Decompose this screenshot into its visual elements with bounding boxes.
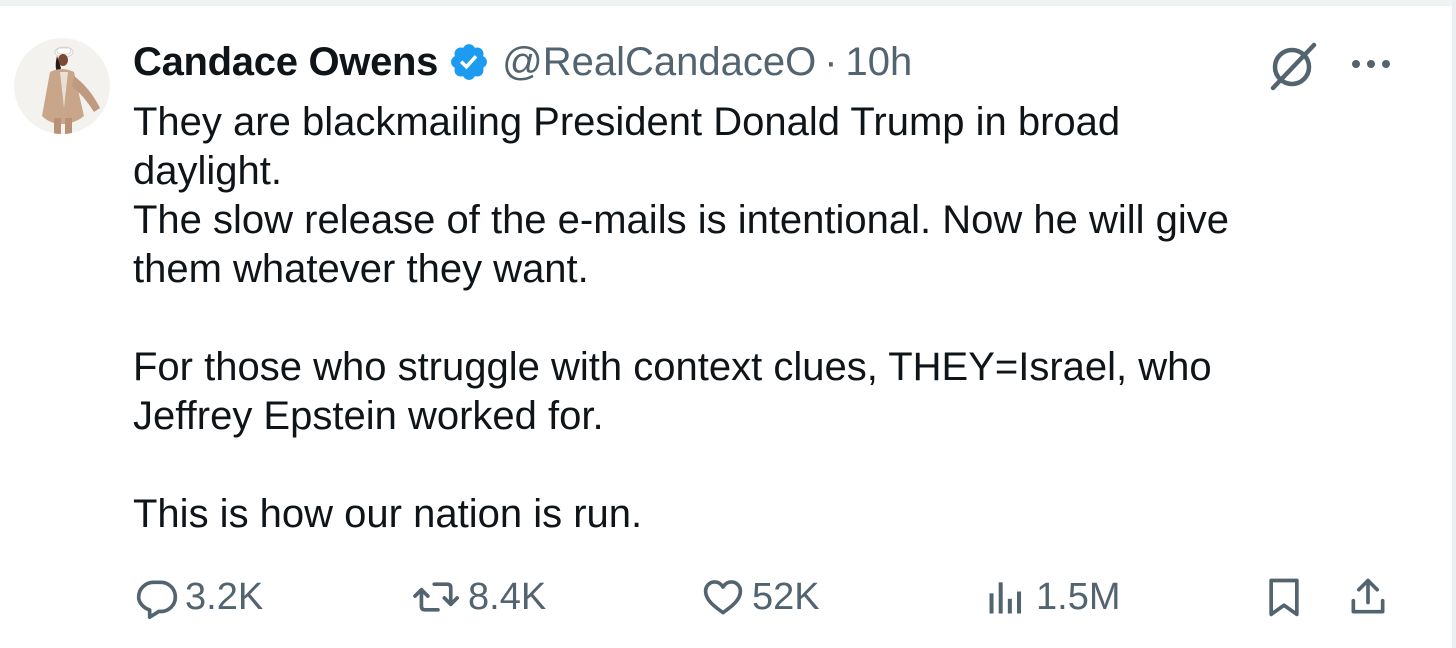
grok-icon[interactable]: [1264, 40, 1322, 92]
bookmark-button[interactable]: [1262, 566, 1306, 628]
tweet-text: They are blackmailing President Donald T…: [133, 98, 1413, 539]
author-handle[interactable]: @RealCandaceO: [502, 40, 816, 85]
tweet-line: For those who struggle with context clue…: [133, 345, 1212, 389]
divider: [0, 0, 1456, 6]
share-icon: [1346, 574, 1390, 620]
tweet-header: Candace Owens @RealCandaceO · 10h: [133, 36, 912, 88]
author-display-name[interactable]: Candace Owens: [133, 40, 438, 85]
verified-badge-icon: [448, 41, 490, 83]
reply-count: 3.2K: [185, 575, 264, 618]
reply-button[interactable]: 3.2K: [135, 566, 263, 628]
tweet-line: Jeffrey Epstein worked for.: [133, 394, 604, 438]
view-count: 1.5M: [1036, 575, 1121, 618]
like-count: 52K: [752, 575, 820, 618]
timestamp[interactable]: 10h: [846, 40, 913, 85]
tweet-line: They are blackmailing President Donald T…: [133, 100, 1121, 144]
like-button[interactable]: 52K: [700, 566, 820, 628]
views-button[interactable]: 1.5M: [982, 566, 1120, 628]
views-icon: [982, 575, 1030, 619]
repost-icon: [412, 575, 462, 619]
tweet-line: The slow release of the e-mails is inten…: [133, 198, 1230, 242]
repost-count: 8.4K: [468, 575, 547, 618]
tweet-paragraph: They are blackmailing President Donald T…: [133, 98, 1413, 294]
separator-dot: ·: [824, 39, 838, 84]
tweet-line: daylight.: [133, 149, 282, 193]
reply-icon: [135, 575, 179, 619]
share-button[interactable]: [1346, 566, 1390, 628]
tweet-line: them whatever they want.: [133, 247, 589, 291]
tweet-paragraph: This is how our nation is run.: [133, 490, 1413, 539]
action-bar: 3.2K 8.4K 52K 1.5M: [0, 566, 1456, 628]
heart-icon: [700, 575, 746, 619]
tweet-page: Candace Owens @RealCandaceO · 10h They a…: [0, 0, 1456, 648]
repost-button[interactable]: 8.4K: [412, 566, 546, 628]
divider: [1452, 0, 1456, 648]
tweet-line: This is how our nation is run.: [133, 492, 643, 536]
avatar[interactable]: [14, 38, 110, 134]
bookmark-icon: [1262, 574, 1306, 620]
tweet-paragraph: For those who struggle with context clue…: [133, 343, 1413, 441]
more-icon[interactable]: [1349, 54, 1393, 74]
